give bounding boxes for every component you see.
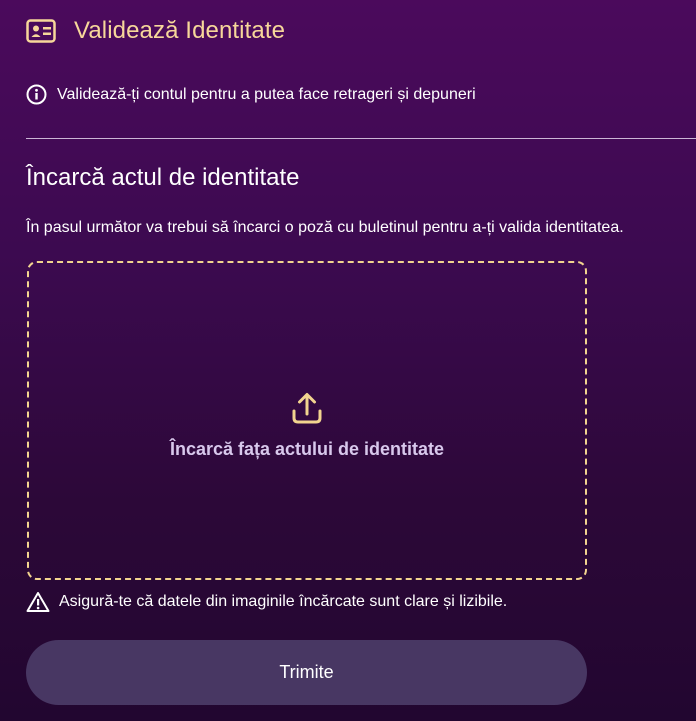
upload-section-title: Încarcă actul de identitate xyxy=(26,164,300,191)
warning-text: Asigură-te că datele din imaginile încăr… xyxy=(59,593,508,610)
info-message: Validează-ți contul pentru a putea face … xyxy=(26,84,476,105)
upload-label: Încarcă fața actului de identitate xyxy=(169,439,445,459)
info-circle-icon xyxy=(26,84,47,105)
id-card-icon xyxy=(26,18,56,44)
warning-message: Asigură-te că datele din imaginile încăr… xyxy=(26,591,507,613)
page-title: Validează Identitate xyxy=(74,17,286,44)
section-divider xyxy=(26,138,696,139)
info-text: Validează-ți contul pentru a putea face … xyxy=(57,85,476,103)
page-header: Validează Identitate xyxy=(26,17,285,45)
submit-button[interactable]: Trimite xyxy=(26,640,587,705)
upload-section-description: În pasul următor va trebui să încarci o … xyxy=(26,219,624,236)
warning-triangle-icon xyxy=(26,591,50,613)
upload-icon xyxy=(291,391,323,425)
upload-dropzone[interactable]: Încarcă fața actului de identitate xyxy=(27,261,587,580)
